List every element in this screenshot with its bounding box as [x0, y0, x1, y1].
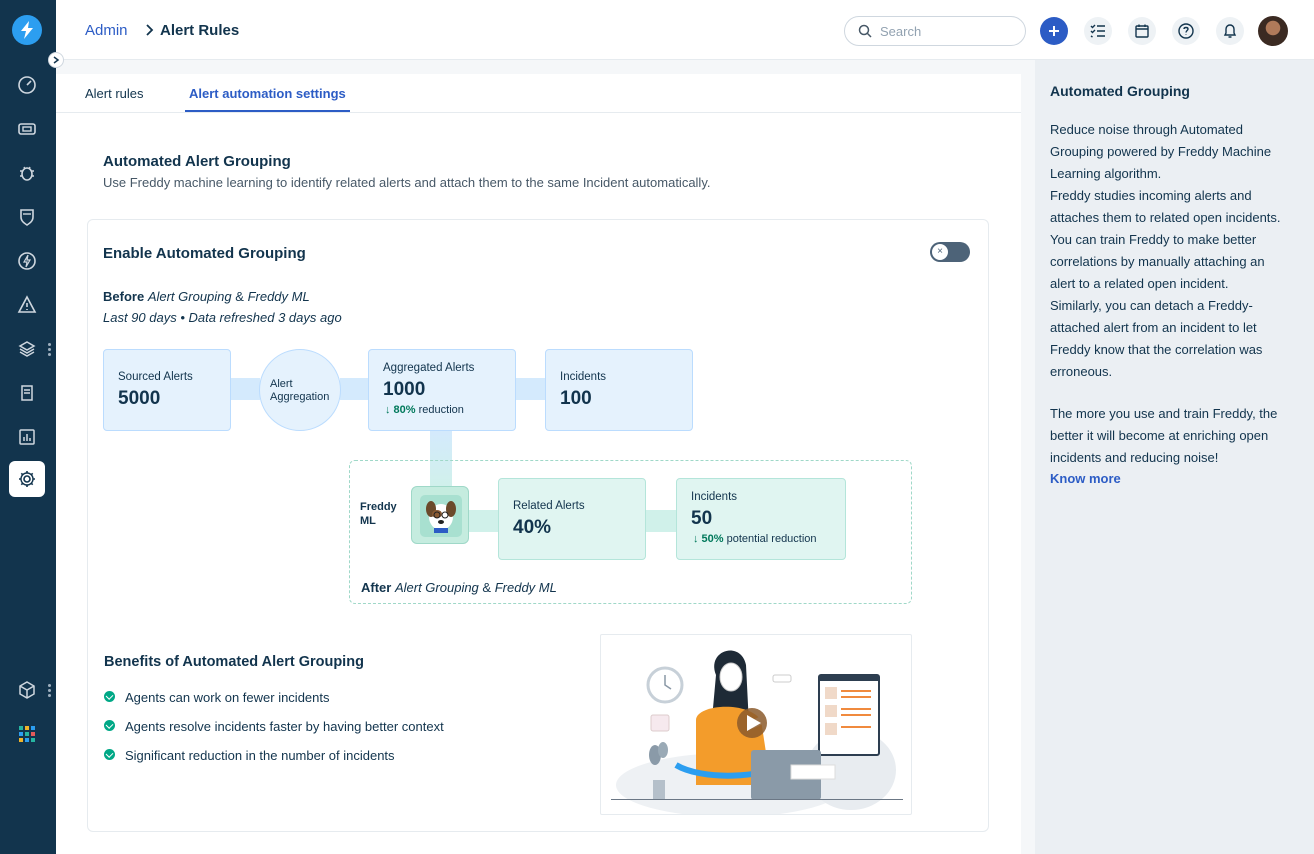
solutions-book-icon[interactable] — [9, 375, 45, 411]
automated-grouping-card: Enable Automated Grouping × Before Alert… — [87, 219, 989, 832]
user-avatar[interactable] — [1258, 16, 1288, 46]
incidents-before-label: Incidents — [560, 371, 607, 383]
calendar-icon[interactable] — [1128, 17, 1156, 45]
related-alerts-label: Related Alerts — [513, 500, 585, 512]
search-box[interactable] — [844, 16, 1026, 46]
related-alerts-box: Related Alerts 40% — [498, 478, 646, 560]
toggle-off-icon: × — [931, 243, 949, 261]
after-connector — [469, 510, 499, 532]
freshservice-logo-icon[interactable] — [12, 15, 42, 45]
tickets-icon[interactable] — [9, 111, 45, 147]
left-nav-rail — [0, 0, 64, 854]
incidents-before-box: Incidents 100 — [545, 349, 693, 431]
sourced-alerts-label: Sourced Alerts — [118, 371, 193, 383]
incidents-after-reduction: ↓ 50% potential reduction — [693, 533, 817, 545]
side-panel-description: Reduce noise through Automated Grouping … — [1050, 122, 1281, 379]
top-header: Admin Alert Rules — [56, 0, 1314, 60]
check-circle-icon — [104, 691, 115, 702]
freddy-ml-label: Freddy ML — [360, 501, 397, 527]
search-icon — [858, 24, 872, 38]
assets-more-icon[interactable] — [48, 343, 51, 357]
breadcrumb-admin-link[interactable]: Admin — [85, 22, 128, 39]
flow-connector — [340, 378, 368, 400]
before-freddy-ml: Freddy ML — [247, 289, 310, 304]
after-alert-grouping: Alert Grouping — [394, 580, 479, 595]
bell-icon[interactable] — [1216, 17, 1244, 45]
aggregated-alerts-label: Aggregated Alerts — [383, 362, 475, 374]
assets-layers-icon[interactable] — [9, 331, 45, 367]
check-circle-icon — [104, 749, 115, 760]
flow-connector — [515, 378, 545, 400]
before-alert-grouping: Alert Grouping — [147, 289, 232, 304]
plus-icon — [1049, 26, 1059, 36]
side-panel-note: The more you use and train Freddy, the b… — [1050, 406, 1278, 465]
incidents-before-value: 100 — [560, 388, 592, 409]
flow-connector — [230, 378, 260, 400]
after-caption: After Alert Grouping & Freddy ML — [361, 580, 557, 595]
help-icon[interactable] — [1172, 17, 1200, 45]
after-connector — [645, 510, 677, 532]
app-grid-icon[interactable] — [9, 716, 45, 752]
card-title: Enable Automated Grouping — [103, 245, 306, 262]
dashboard-icon[interactable] — [9, 67, 45, 103]
sourced-alerts-value: 5000 — [118, 388, 161, 409]
problems-bug-icon[interactable] — [9, 155, 45, 191]
freddy-mascot-icon — [411, 486, 469, 544]
apps-cube-icon[interactable] — [9, 672, 45, 708]
admin-gear-icon[interactable] — [9, 461, 45, 497]
expand-chevron-icon[interactable] — [48, 52, 64, 68]
todo-list-icon[interactable] — [1084, 17, 1112, 45]
sourced-alerts-box: Sourced Alerts 5000 — [103, 349, 231, 431]
analytics-icon[interactable] — [9, 419, 45, 455]
settings-tabs: Alert rules Alert automation settings — [56, 74, 1021, 113]
alerts-warning-icon[interactable] — [9, 287, 45, 323]
alert-aggregation-node: Alert Aggregation — [259, 349, 341, 431]
aggregated-reduction: ↓ 80% reduction — [385, 404, 464, 416]
changes-shield-icon[interactable] — [9, 199, 45, 235]
tab-alert-rules[interactable]: Alert rules — [85, 86, 144, 101]
enable-grouping-toggle[interactable]: × — [930, 242, 970, 262]
help-side-panel: Automated Grouping Reduce noise through … — [1035, 60, 1314, 854]
before-caption: Before Alert Grouping & Freddy ML — [103, 289, 310, 304]
releases-bolt-icon[interactable] — [9, 243, 45, 279]
breadcrumb-chevron-icon — [144, 23, 154, 42]
data-refresh-info: Last 90 days • Data refreshed 3 days ago — [103, 310, 342, 325]
alert-aggregation-label: Alert Aggregation — [270, 378, 330, 403]
section-description: Use Freddy machine learning to identify … — [103, 175, 711, 190]
related-alerts-value: 40% — [513, 517, 552, 538]
incidents-after-box: Incidents 50 ↓ 50% potential reduction — [676, 478, 846, 560]
aggregated-alerts-value: 1000 — [383, 379, 426, 400]
tutorial-video-thumbnail[interactable] — [600, 634, 912, 815]
side-panel-title: Automated Grouping — [1050, 83, 1190, 99]
section-title: Automated Alert Grouping — [103, 153, 291, 170]
page-title: Alert Rules — [160, 22, 240, 39]
add-new-button[interactable] — [1040, 17, 1068, 45]
apps-more-icon[interactable] — [48, 684, 51, 698]
search-input[interactable] — [880, 22, 1015, 40]
settings-panel: Automated Alert Grouping Use Freddy mach… — [56, 113, 1021, 854]
aggregated-alerts-box: Aggregated Alerts 1000 ↓ 80% reduction — [368, 349, 516, 431]
check-circle-icon — [104, 720, 115, 731]
incidents-after-label: Incidents — [691, 491, 738, 503]
main-content: Alert rules Alert automation settings Au… — [56, 60, 1035, 854]
before-label: Before — [103, 289, 145, 304]
after-label: After — [361, 580, 392, 595]
after-freddy-ml: Freddy ML — [494, 580, 557, 595]
know-more-link[interactable]: Know more — [1050, 471, 1121, 486]
tab-alert-automation-settings[interactable]: Alert automation settings — [189, 86, 346, 101]
benefits-title: Benefits of Automated Alert Grouping — [104, 654, 364, 670]
active-tab-indicator — [185, 110, 350, 112]
after-amp: & — [482, 580, 492, 595]
before-amp: & — [235, 289, 244, 304]
incidents-after-value: 50 — [691, 508, 713, 529]
